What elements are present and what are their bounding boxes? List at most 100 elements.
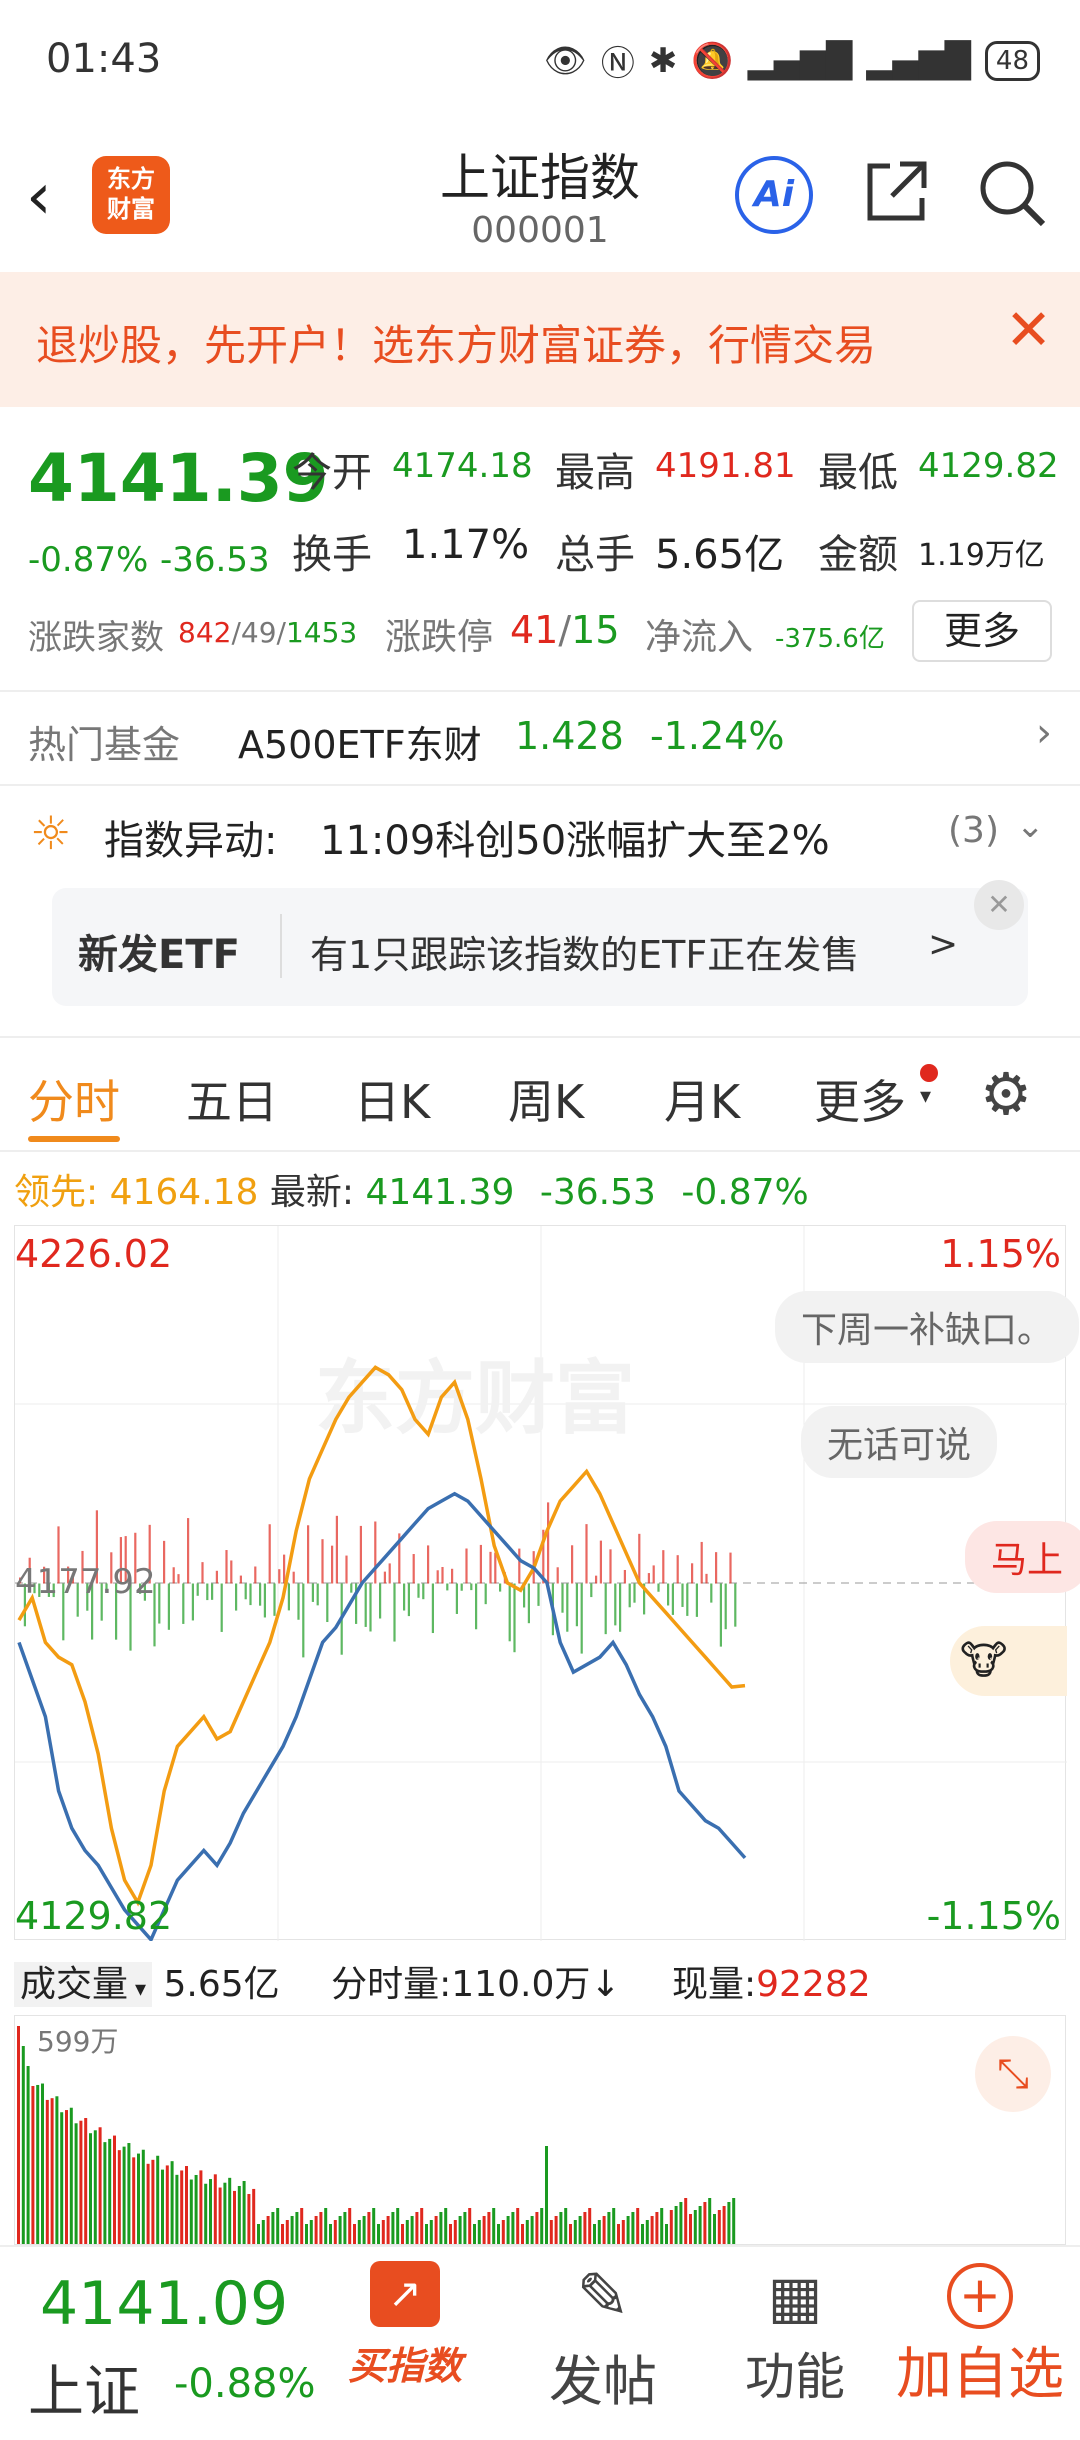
volume-bar — [482, 2216, 486, 2244]
volume-bar — [98, 2127, 102, 2244]
buy-index-label: 买指数 — [347, 2344, 462, 2388]
flow-bar — [671, 1583, 674, 1615]
volume-bar — [410, 2216, 414, 2244]
tab-more[interactable]: 更多 — [814, 1066, 906, 1132]
volume-bar — [626, 2216, 630, 2244]
current-volume-label: 现量: — [671, 1964, 757, 2005]
volume-bar — [50, 2098, 54, 2244]
volume-bar — [65, 2110, 68, 2244]
more-button[interactable]: 更多 — [912, 600, 1052, 662]
low-label: 最低 — [818, 450, 898, 496]
volume-bar — [477, 2220, 481, 2244]
tab-weekly-k[interactable]: 周K — [508, 1066, 584, 1132]
flow-bar — [719, 1583, 722, 1647]
gear-icon[interactable]: ⚙ — [980, 1060, 1032, 1128]
flow-bar — [705, 1573, 708, 1584]
mascot-icon[interactable]: 🐮 — [950, 1626, 1067, 1696]
volume-bar — [141, 2149, 145, 2244]
limit-down: 15 — [571, 608, 620, 652]
volume-bar — [506, 2216, 510, 2244]
promo-banner[interactable]: 退炒股，先开户！选东方财富证券，行情交易 ✕ — [0, 272, 1080, 407]
volume-bar — [281, 2224, 284, 2244]
flow-bar — [614, 1583, 617, 1626]
volume-bar — [338, 2216, 342, 2244]
high-value: 4191.81 — [655, 446, 796, 486]
flow-bar — [311, 1583, 314, 1602]
flow-bar — [268, 1524, 271, 1584]
down-arrow-icon: ↓ — [590, 1964, 621, 2005]
post-button[interactable]: ✎ 发帖 — [538, 2257, 668, 2416]
volume-bar — [693, 2210, 697, 2244]
volume-bar — [108, 2138, 112, 2244]
volume-bar — [420, 2208, 424, 2244]
add-watchlist-button[interactable]: + 加自选 — [890, 2257, 1070, 2410]
divider — [0, 1036, 1080, 1038]
volume-bar — [372, 2208, 376, 2244]
volume-bar — [300, 2208, 304, 2244]
tab-five-day[interactable]: 五日 — [186, 1066, 278, 1132]
comment-bubble[interactable]: 无话可说 — [801, 1406, 998, 1478]
flow-bar — [513, 1583, 516, 1653]
volume-bar — [117, 2150, 121, 2244]
buy-index-button[interactable]: ↗ 买指数 — [340, 2261, 470, 2390]
flow-bar — [345, 1555, 348, 1584]
volume-bar — [521, 2224, 524, 2244]
share-icon[interactable] — [860, 156, 932, 232]
volume-bar — [17, 2026, 20, 2244]
flow-bar — [633, 1583, 636, 1603]
volume-bar — [386, 2216, 390, 2244]
flow-bar — [230, 1560, 233, 1584]
intraday-chart[interactable]: 东方财富 4226.02 1.15% 4177.92 4129.82 -1.15… — [14, 1225, 1080, 1941]
flow-bar — [729, 1552, 732, 1584]
chevron-down-icon[interactable]: ⌄ — [1016, 806, 1045, 846]
minute-volume: 110.0万 — [451, 1964, 591, 2005]
tab-monthly-k[interactable]: 月K — [664, 1066, 740, 1132]
volume-bar — [439, 2212, 443, 2244]
volume-bar — [348, 2208, 352, 2244]
turnover-value: 1.17% — [402, 522, 530, 568]
search-icon[interactable] — [975, 156, 1047, 232]
alert-count: (3) — [948, 810, 999, 851]
close-icon[interactable]: ✕ — [1005, 298, 1052, 363]
hot-fund-row[interactable]: 热门基金 A500ETF东财 1.428 -1.24% › — [0, 692, 1080, 784]
hot-fund-name: A500ETF东财 — [238, 723, 482, 767]
flow-bar — [518, 1548, 521, 1584]
flow-bar — [715, 1552, 718, 1584]
volume-bar — [525, 2220, 529, 2244]
comment-bubble[interactable]: 下周一补缺口。 — [775, 1291, 1080, 1363]
flow-bar — [652, 1565, 655, 1584]
volume-bar — [377, 2224, 380, 2244]
flow-bar — [604, 1583, 607, 1635]
flow-bar — [566, 1583, 569, 1632]
mute-icon: 🔕 — [691, 40, 734, 81]
index-alert-row[interactable]: ☼ 指数异动: 11:09科创50涨幅扩大至2% (3) ⌄ — [0, 786, 1080, 881]
volume-selector[interactable]: 成交量 ▾ — [14, 1962, 153, 2007]
volume-bar — [103, 2142, 107, 2244]
function-button[interactable]: ▦ 功能 — [730, 2257, 860, 2409]
active-tab-indicator — [28, 1136, 120, 1142]
volume-total: 5.65亿 — [163, 1964, 280, 2005]
flow-bar — [724, 1583, 727, 1630]
flow-bar — [436, 1570, 439, 1584]
flow-bar — [331, 1545, 334, 1584]
volume-chart[interactable]: 599万 ⤡ — [14, 2015, 1066, 2245]
ai-button[interactable]: Ai — [735, 156, 813, 234]
flow-bar — [326, 1583, 329, 1623]
status-bar: 01:43 👁 Ⓝ ✱ 🔕 ▂▄▆█ ▂▄▆█ 48 — [0, 0, 1080, 120]
expand-icon[interactable]: ⤡ — [975, 2036, 1051, 2112]
app-logo[interactable]: 东方 财富 — [92, 156, 170, 234]
tab-intraday[interactable]: 分时 — [28, 1066, 120, 1132]
etf-card[interactable]: 新发ETF 有1只跟踪该指数的ETF正在发售 > ✕ — [52, 880, 1028, 1006]
apps-icon: ▦ — [767, 2263, 823, 2331]
volume-bar — [223, 2182, 227, 2244]
close-icon[interactable]: ✕ — [974, 880, 1024, 930]
flow-bar — [710, 1583, 713, 1603]
flow-bar — [403, 1583, 406, 1611]
comment-bubble[interactable]: 马上 — [965, 1521, 1080, 1593]
volume-bar — [540, 2208, 544, 2244]
tab-daily-k[interactable]: 日K — [354, 1066, 430, 1132]
back-icon[interactable]: ‹ — [26, 160, 52, 234]
volume-bar — [535, 2212, 539, 2244]
volume-scale-label: 599万 — [37, 2025, 119, 2058]
divider — [0, 1150, 1080, 1152]
